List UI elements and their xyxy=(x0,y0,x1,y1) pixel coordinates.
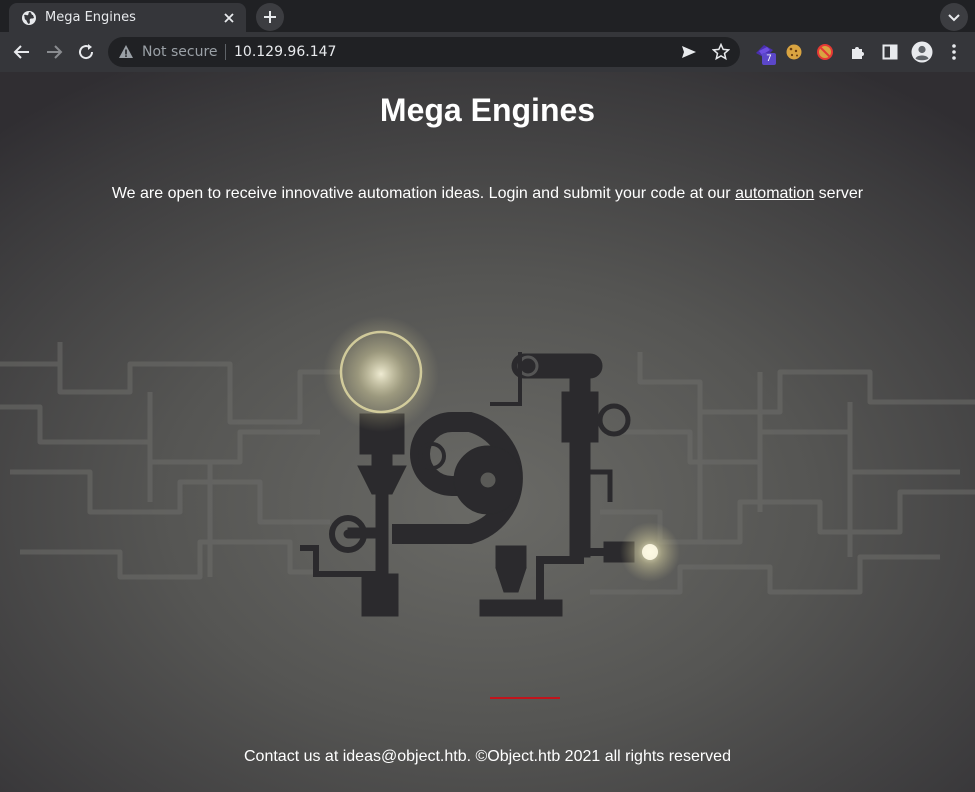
page-viewport: Mega Engines We are open to receive inno… xyxy=(0,72,975,792)
arrow-right-icon xyxy=(47,45,63,59)
footer-text: Contact us at ideas@object.htb. ©Object.… xyxy=(0,748,975,766)
footer-rights: 2021 all rights reserved xyxy=(560,748,731,765)
kebab-menu-icon[interactable] xyxy=(942,40,966,64)
chevron-down-icon xyxy=(948,14,960,22)
reload-icon xyxy=(79,44,94,60)
footer-brand: Object.htb xyxy=(487,748,561,765)
address-bar[interactable]: Not secure 10.129.96.147 xyxy=(108,37,740,67)
tab-strip: Mega Engines xyxy=(0,0,975,32)
url-text[interactable]: 10.129.96.147 xyxy=(234,44,336,60)
security-label[interactable]: Not secure xyxy=(142,44,218,60)
tab-search-button[interactable] xyxy=(940,3,968,31)
cookie-extension-icon[interactable] xyxy=(782,40,806,64)
side-panel-icon[interactable] xyxy=(878,40,902,64)
close-tab-icon[interactable] xyxy=(220,9,238,27)
forward-button[interactable] xyxy=(39,37,69,67)
spellcheck-underline xyxy=(490,697,560,699)
extension-badge: 7 xyxy=(762,53,776,65)
omnibox-divider xyxy=(225,44,226,60)
tab-title: Mega Engines xyxy=(45,10,136,25)
blocked-cookie-extension-icon[interactable] xyxy=(813,40,837,64)
puzzle-icon[interactable] xyxy=(846,40,870,64)
arrow-left-icon xyxy=(13,45,29,59)
send-icon[interactable] xyxy=(680,43,698,61)
active-tab[interactable]: Mega Engines xyxy=(9,3,246,32)
page-title: Mega Engines xyxy=(379,92,596,128)
intro-text: We are open to receive innovative automa… xyxy=(0,185,975,203)
new-tab-button[interactable] xyxy=(256,3,284,31)
globe-icon xyxy=(21,10,37,26)
reload-button[interactable] xyxy=(71,37,101,67)
intro-text-lead: We are open to receive innovative automa… xyxy=(111,185,736,202)
automation-link[interactable]: automation xyxy=(735,185,814,202)
plus-icon xyxy=(264,11,276,23)
back-button[interactable] xyxy=(7,37,37,67)
star-icon[interactable] xyxy=(712,43,730,61)
avatar-icon[interactable] xyxy=(910,40,934,64)
machine-illustration xyxy=(0,316,975,617)
footer-contact: Contact us at ideas@object.htb. © xyxy=(244,748,488,765)
warning-icon[interactable] xyxy=(118,44,134,60)
intro-text-tail: server xyxy=(814,185,864,202)
